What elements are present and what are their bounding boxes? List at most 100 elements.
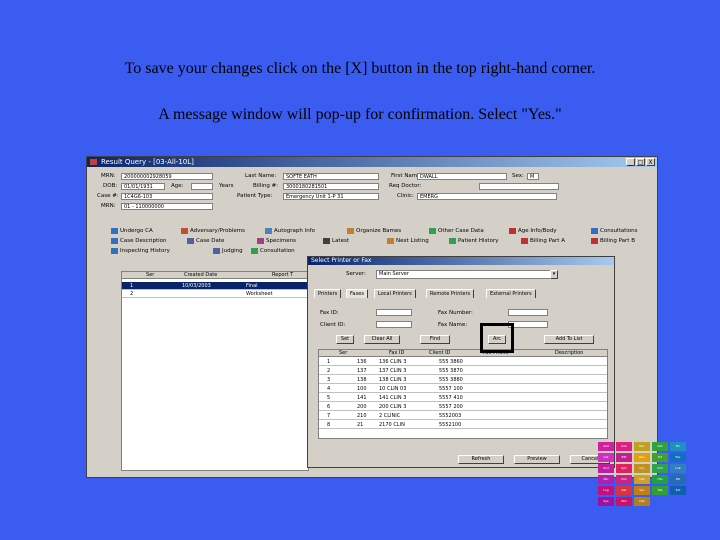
fax-table-row[interactable]: 7 210 2 CLINIC 5552003 <box>319 412 607 420</box>
tab-faxes[interactable]: Faxes <box>346 289 368 298</box>
decorative-cell: Fin <box>670 442 686 451</box>
fax-cell-client: 10 CLIN 03 <box>379 386 407 392</box>
case-field[interactable]: 1C4G6-103 <box>121 193 213 200</box>
age-info-button[interactable]: Age Info/Body <box>509 227 557 235</box>
age-label: Age: <box>171 183 184 189</box>
decorative-cell: Qry <box>634 464 650 473</box>
fax-cell-n: 3 <box>327 377 331 383</box>
undergo-ca-button[interactable]: Undergo CA <box>111 227 153 235</box>
tab-local-printers[interactable]: Local Printers <box>374 289 416 298</box>
fax-id-label: Fax ID: <box>320 310 339 316</box>
dialog-title-bar[interactable]: Select Printer or Fax <box>308 257 614 265</box>
fax-table-row[interactable]: 8 21 2170 CLIN 5552100 <box>319 421 607 429</box>
decorative-cell: Sub <box>616 442 632 451</box>
case-date-button[interactable]: Case Date <box>187 237 224 245</box>
latest-icon <box>323 237 330 244</box>
inspecting-history-button[interactable]: Inspecting History <box>111 247 170 255</box>
maximize-button[interactable]: □ <box>636 158 645 166</box>
close-button[interactable]: X <box>646 158 655 166</box>
dob-field[interactable]: 01/01/1931 <box>121 183 165 190</box>
add-to-list-button[interactable]: Add To List <box>544 335 594 344</box>
other-case-button[interactable]: Other Case Data <box>429 227 484 235</box>
fax-cell-phone: 555 3870 <box>439 368 463 374</box>
report-row[interactable]: 2 Worksheet <box>122 290 308 298</box>
fax-name-field[interactable] <box>508 321 548 328</box>
patient-history-button[interactable]: Patient History <box>449 237 498 245</box>
case-description-button[interactable]: Case Description <box>111 237 167 245</box>
decorative-cell: Fax <box>670 453 686 462</box>
clear-all-button[interactable]: Clear All <box>364 335 400 344</box>
pen-icon <box>265 227 272 234</box>
consultations-button[interactable]: Consultations <box>591 227 638 235</box>
refresh-button[interactable]: Refresh <box>458 455 504 464</box>
billing-part-b-button[interactable]: Billing Part B <box>591 237 635 245</box>
fax-cell-client: 2170 CLIN <box>379 422 405 428</box>
fax-cell-id: 137 <box>357 368 367 374</box>
minimize-button[interactable]: _ <box>626 158 635 166</box>
fax-cell-phone: 555 3860 <box>439 359 463 365</box>
document-icon <box>111 237 118 244</box>
sex-field[interactable]: M <box>527 173 539 180</box>
client-id-label: Client ID: <box>320 322 346 328</box>
mrn-field[interactable]: 200000002928059 <box>121 173 213 180</box>
client-id-field[interactable] <box>376 321 412 328</box>
folder-icon <box>111 227 118 234</box>
patient-type-field[interactable]: Emergency Unit 1-P 31 <box>283 193 379 200</box>
fax-cell-id: 141 <box>357 395 367 401</box>
fax-cell-client: 200 CLIN 3 <box>379 404 407 410</box>
mrn2-field[interactable]: 01 - 110000000 <box>121 203 213 210</box>
decorative-cell: Add <box>598 442 614 451</box>
fax-table-row[interactable]: 6 200 200 CLIN 3 5557 200 <box>319 403 607 411</box>
first-name-field[interactable]: DWALL <box>417 173 507 180</box>
fax-cell-id: 138 <box>357 377 367 383</box>
fax-cell-id: 21 <box>357 422 364 428</box>
fax-cell-n: 7 <box>327 413 331 419</box>
age-field[interactable] <box>191 183 213 190</box>
fax-cell-client: 137 CLIN 3 <box>379 368 407 374</box>
autograph-button[interactable]: Autograph Info <box>265 227 315 235</box>
find-button[interactable]: Find <box>420 335 450 344</box>
fax-id-field[interactable] <box>376 309 412 316</box>
decorative-cell: Hlp <box>652 475 668 484</box>
report-list[interactable]: Ser Created Date Report T 1 10/03/2003 F… <box>121 271 309 471</box>
fax-table-row[interactable]: 3 138 138 CLIN 3 555 3880 <box>319 376 607 384</box>
fax-cell-client: 136 CLIN 3 <box>379 359 407 365</box>
decorative-cell: Rec <box>634 442 650 451</box>
fax-table-row[interactable]: 1 136 136 CLIN 3 555 3860 <box>319 358 607 366</box>
latest-button[interactable]: Latest <box>323 237 349 245</box>
decorative-grid-logo: Add Sub Rec Del Fin Cal Edt Nav Prt Fax Snd Rpt Qry O… <box>598 442 692 512</box>
organize-button[interactable]: Organize Bames <box>347 227 401 235</box>
billing-label: Billing #: <box>253 183 279 189</box>
billing-part-a-button[interactable]: Billing Part A <box>521 237 565 245</box>
consultation-button[interactable]: Consultation <box>251 247 295 255</box>
fax-table-row[interactable]: 5 141 141 CLIN 3 5557 410 <box>319 394 607 402</box>
next-listing-button[interactable]: Next Listing <box>387 237 429 245</box>
fax-table-row[interactable]: 4 100 10 CLIN 03 5557 100 <box>319 385 607 393</box>
decorative-cell: Edt <box>616 453 632 462</box>
report-row[interactable]: 1 10/03/2003 Final <box>122 282 308 290</box>
fax-table[interactable]: Ser Fax ID Client ID Fax Phone Descripti… <box>318 349 608 439</box>
fax-table-header: Ser Fax ID Client ID Fax Phone Descripti… <box>319 350 607 357</box>
fax-cell-n: 4 <box>327 386 331 392</box>
last-name-field[interactable]: SOFTE EATH <box>283 173 379 180</box>
fax-number-field[interactable] <box>508 309 548 316</box>
tab-printers[interactable]: Printers <box>314 289 342 298</box>
set-button[interactable]: Set <box>336 335 354 344</box>
chevron-down-icon[interactable]: ▾ <box>550 270 558 279</box>
tab-external-printers[interactable]: External Printers <box>486 289 536 298</box>
window-title-bar[interactable]: Result Query - [03-All-10L] _ □ X <box>87 157 657 167</box>
preview-button[interactable]: Preview <box>514 455 560 464</box>
clinic-field[interactable]: EMERG <box>417 193 557 200</box>
req-doctor-field[interactable] <box>479 183 559 190</box>
clinic-label: Clinic: <box>397 193 414 199</box>
billing-field[interactable]: 3000180281501 <box>283 183 379 190</box>
tab-remote-printers[interactable]: Remote Printers <box>426 289 475 298</box>
specimens-button[interactable]: Specimens <box>257 237 296 245</box>
server-select[interactable]: Main Server <box>376 270 556 279</box>
decorative-cell: Rpt <box>616 464 632 473</box>
adversary-button[interactable]: Adversary/Problems <box>181 227 245 235</box>
decorative-cell: Lab <box>670 464 686 473</box>
fax-table-row[interactable]: 2 137 137 CLIN 3 555 3870 <box>319 367 607 375</box>
judging-button[interactable]: Judging <box>213 247 243 255</box>
decorative-cell: Opt <box>634 475 650 484</box>
